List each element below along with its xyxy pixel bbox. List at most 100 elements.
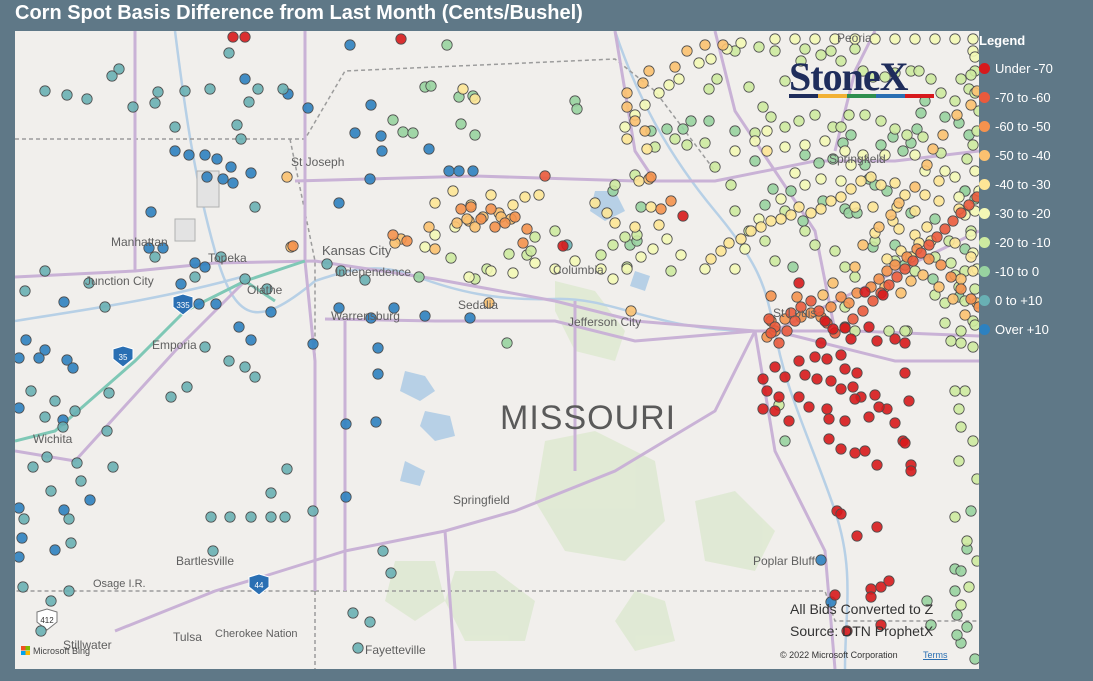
bid-marker[interactable] — [847, 313, 859, 325]
bid-marker[interactable] — [61, 89, 73, 101]
bid-marker[interactable] — [769, 33, 781, 45]
bid-marker[interactable] — [364, 173, 376, 185]
bid-marker[interactable] — [839, 261, 851, 273]
bid-marker[interactable] — [917, 131, 929, 143]
bid-marker[interactable] — [793, 391, 805, 403]
bid-marker[interactable] — [835, 383, 847, 395]
bid-marker[interactable] — [761, 125, 773, 137]
bid-marker[interactable] — [245, 511, 257, 523]
bid-marker[interactable] — [49, 395, 61, 407]
bid-marker[interactable] — [673, 73, 685, 85]
bid-marker[interactable] — [799, 369, 811, 381]
legend-item[interactable]: Over +10 — [979, 315, 1091, 344]
bid-marker[interactable] — [729, 125, 741, 137]
bid-marker[interactable] — [33, 352, 45, 364]
bid-marker[interactable] — [805, 295, 817, 307]
bid-marker[interactable] — [799, 225, 811, 237]
bid-marker[interactable] — [875, 115, 887, 127]
bid-marker[interactable] — [821, 353, 833, 365]
bid-marker[interactable] — [875, 179, 887, 191]
bid-marker[interactable] — [699, 39, 711, 51]
bid-marker[interactable] — [783, 415, 795, 427]
bid-marker[interactable] — [967, 139, 979, 151]
bid-marker[interactable] — [915, 107, 927, 119]
bid-marker[interactable] — [845, 183, 857, 195]
bid-marker[interactable] — [917, 269, 929, 281]
bid-marker[interactable] — [949, 171, 961, 183]
bid-marker[interactable] — [843, 297, 855, 309]
bid-marker[interactable] — [81, 93, 93, 105]
bid-marker[interactable] — [757, 373, 769, 385]
bid-marker[interactable] — [677, 210, 689, 222]
bid-marker[interactable] — [665, 195, 677, 207]
bid-marker[interactable] — [825, 195, 837, 207]
bid-marker[interactable] — [971, 85, 979, 97]
bid-marker[interactable] — [57, 421, 69, 433]
bid-marker[interactable] — [909, 33, 921, 45]
bid-marker[interactable] — [245, 334, 257, 346]
bid-marker[interactable] — [927, 143, 939, 155]
bid-marker[interactable] — [375, 130, 387, 142]
bid-marker[interactable] — [967, 33, 979, 45]
bid-marker[interactable] — [101, 425, 113, 437]
bid-marker[interactable] — [815, 554, 827, 566]
bid-marker[interactable] — [210, 298, 222, 310]
bid-marker[interactable] — [969, 51, 979, 63]
bid-marker[interactable] — [839, 363, 851, 375]
bid-marker[interactable] — [793, 277, 805, 289]
bid-marker[interactable] — [867, 201, 879, 213]
bid-marker[interactable] — [463, 271, 475, 283]
bid-marker[interactable] — [365, 99, 377, 111]
bid-marker[interactable] — [961, 621, 973, 633]
bid-marker[interactable] — [815, 203, 827, 215]
bid-marker[interactable] — [835, 191, 847, 203]
bid-marker[interactable] — [643, 65, 655, 77]
bid-marker[interactable] — [703, 83, 715, 95]
bid-marker[interactable] — [519, 191, 531, 203]
bid-marker[interactable] — [971, 191, 979, 203]
bid-marker[interactable] — [769, 361, 781, 373]
bid-marker[interactable] — [607, 239, 619, 251]
bid-marker[interactable] — [401, 235, 413, 247]
bid-marker[interactable] — [675, 249, 687, 261]
bid-marker[interactable] — [175, 278, 187, 290]
bid-marker[interactable] — [949, 385, 961, 397]
bid-marker[interactable] — [333, 197, 345, 209]
bid-marker[interactable] — [939, 165, 951, 177]
bid-marker[interactable] — [717, 39, 729, 51]
bid-marker[interactable] — [955, 273, 967, 285]
bid-marker[interactable] — [753, 41, 765, 53]
bid-marker[interactable] — [243, 96, 255, 108]
bid-marker[interactable] — [639, 125, 651, 137]
bid-marker[interactable] — [467, 165, 479, 177]
bid-marker[interactable] — [635, 201, 647, 213]
bid-marker[interactable] — [859, 286, 871, 298]
bid-marker[interactable] — [489, 221, 501, 233]
bid-marker[interactable] — [307, 505, 319, 517]
bid-marker[interactable] — [769, 45, 781, 57]
bid-marker[interactable] — [893, 223, 905, 235]
bid-marker[interactable] — [429, 243, 441, 255]
bid-marker[interactable] — [699, 137, 711, 149]
bid-marker[interactable] — [799, 139, 811, 151]
bid-marker[interactable] — [939, 223, 951, 235]
bid-marker[interactable] — [951, 109, 963, 121]
bid-marker[interactable] — [937, 129, 949, 141]
bid-marker[interactable] — [189, 257, 201, 269]
bid-marker[interactable] — [823, 413, 835, 425]
bid-marker[interactable] — [693, 57, 705, 69]
bid-marker[interactable] — [633, 175, 645, 187]
bid-marker[interactable] — [857, 305, 869, 317]
bid-marker[interactable] — [759, 199, 771, 211]
bid-marker[interactable] — [889, 123, 901, 135]
bid-marker[interactable] — [39, 85, 51, 97]
legend-item[interactable]: -10 to 0 — [979, 257, 1091, 286]
bid-marker[interactable] — [955, 337, 967, 349]
bid-marker[interactable] — [425, 80, 437, 92]
bid-marker[interactable] — [889, 417, 901, 429]
bid-marker[interactable] — [873, 221, 885, 233]
bid-marker[interactable] — [961, 153, 973, 165]
bid-marker[interactable] — [621, 133, 633, 145]
bid-marker[interactable] — [397, 126, 409, 138]
bid-marker[interactable] — [419, 241, 431, 253]
